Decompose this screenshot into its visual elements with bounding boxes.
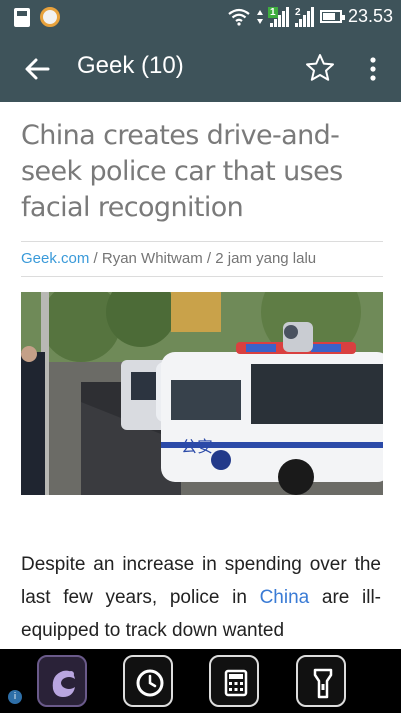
sim1-signal-icon: 1: [267, 6, 289, 27]
article-photo: 公安: [21, 292, 383, 495]
notification-app-icon: [40, 7, 60, 27]
app-bar-title: Geek (10): [77, 52, 184, 79]
clock-icon: [136, 669, 164, 697]
back-arrow-icon[interactable]: [22, 54, 52, 84]
article-view[interactable]: China creates drive-and-seek police car …: [0, 102, 401, 649]
info-icon[interactable]: i: [8, 690, 22, 704]
article-body: Despite an increase in spending over the…: [21, 554, 381, 641]
calculator-icon: [224, 669, 248, 697]
inline-link-china[interactable]: China: [260, 587, 310, 608]
divider-top: [21, 241, 383, 242]
divider-bottom: [21, 276, 383, 277]
bottom-dock: [0, 649, 401, 713]
dock-flashlight[interactable]: [296, 655, 346, 707]
app-bar: Geek (10): [0, 34, 401, 102]
clock-time: 23.53: [347, 6, 393, 26]
publish-time: 2 jam yang lalu: [215, 250, 317, 267]
sim2-signal-icon: 2: [292, 6, 314, 27]
article-meta: Geek.com / Ryan Whitwam / 2 jam yang lal…: [21, 250, 317, 267]
flashlight-icon: [313, 668, 333, 699]
star-outline-icon[interactable]: [304, 52, 336, 84]
author-name: Ryan Whitwam: [101, 250, 203, 267]
data-transfer-icon: [256, 9, 263, 24]
article-headline: China creates drive-and-seek police car …: [21, 120, 343, 223]
notification-doc-icon: [14, 7, 30, 27]
more-vertical-icon[interactable]: [364, 54, 382, 84]
dock-calculator[interactable]: [209, 655, 259, 707]
wifi-icon: [228, 8, 250, 26]
dock-uc-browser[interactable]: [37, 655, 87, 707]
dock-clock[interactable]: [123, 655, 173, 707]
battery-icon: [319, 10, 345, 23]
status-bar: 1 2 23.53: [0, 0, 401, 34]
uc-browser-icon: [52, 670, 75, 697]
source-link[interactable]: Geek.com: [21, 250, 89, 267]
